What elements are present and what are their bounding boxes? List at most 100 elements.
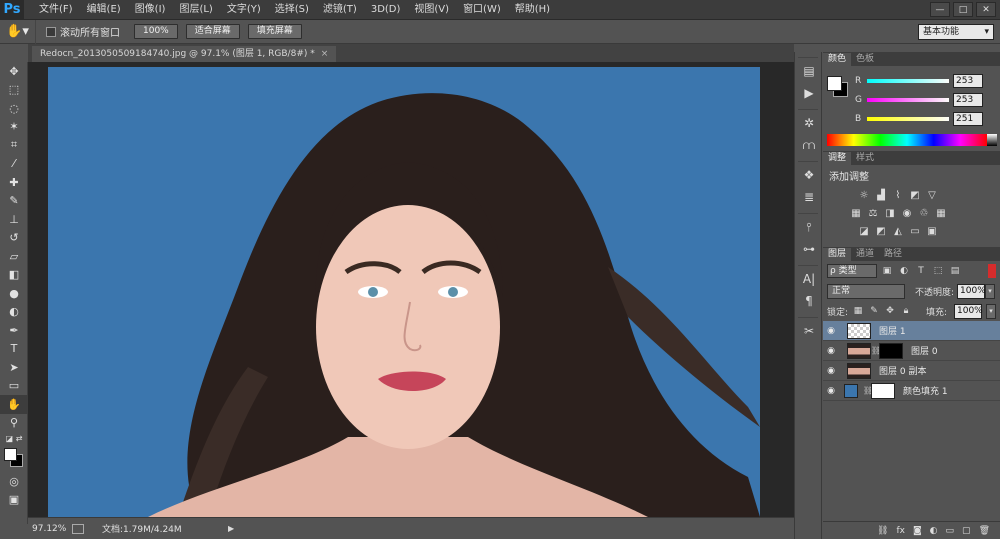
- blend-mode-select[interactable]: 正常: [827, 283, 905, 299]
- tab-color[interactable]: 颜色: [823, 53, 852, 66]
- close-button[interactable]: ✕: [976, 2, 996, 17]
- posterize-icon[interactable]: ◩: [874, 224, 888, 238]
- pixel-filter-icon[interactable]: ▣: [880, 264, 894, 278]
- minimize-button[interactable]: —: [930, 2, 950, 17]
- dodge-tool-icon[interactable]: ◐: [0, 303, 28, 322]
- lock-pixels-icon[interactable]: ✎: [868, 305, 880, 317]
- lock-all-icon[interactable]: 🔒︎: [900, 305, 912, 317]
- history-brush-tool-icon[interactable]: ↺: [0, 229, 28, 248]
- mask-link-icon[interactable]: ⛓: [871, 346, 881, 355]
- pen-tool-icon[interactable]: ✒: [0, 321, 28, 340]
- layer-row[interactable]: ◉ 图层 1: [823, 321, 1000, 341]
- document-canvas[interactable]: [48, 67, 760, 517]
- green-value[interactable]: 253: [953, 93, 983, 107]
- lasso-tool-icon[interactable]: ◌: [0, 99, 28, 118]
- photo-filter-icon[interactable]: ◉: [900, 206, 914, 220]
- new-adjustment-icon[interactable]: ◐: [930, 526, 938, 536]
- menu-image[interactable]: 图像(I): [128, 0, 173, 20]
- tab-adjustments[interactable]: 调整: [823, 152, 852, 165]
- eyedropper-tool-icon[interactable]: ⁄: [0, 155, 28, 174]
- status-view-icon[interactable]: [72, 523, 84, 534]
- clone-stamp-tool-icon[interactable]: ⊥: [0, 210, 28, 229]
- red-slider[interactable]: [867, 79, 949, 83]
- new-layer-icon[interactable]: ▢: [962, 526, 971, 536]
- fx-icon[interactable]: fx: [896, 526, 905, 536]
- brush-tool-icon[interactable]: ✎: [0, 192, 28, 211]
- paint-bucket-tool-icon[interactable]: ◧: [0, 266, 28, 285]
- move-tool-icon[interactable]: ✥: [0, 62, 28, 81]
- menu-3d[interactable]: 3D(D): [364, 0, 408, 20]
- menu-file[interactable]: 文件(F): [32, 0, 80, 20]
- visibility-eye-icon[interactable]: ◉: [823, 346, 839, 356]
- link-layers-icon[interactable]: ⛓: [877, 526, 888, 536]
- properties-icon[interactable]: ≣: [795, 186, 823, 208]
- canvas-area[interactable]: [28, 62, 794, 517]
- layer-mask-thumbnail[interactable]: [871, 382, 895, 399]
- menu-view[interactable]: 视图(V): [407, 0, 456, 20]
- healing-brush-tool-icon[interactable]: ✚: [0, 173, 28, 192]
- fill-input[interactable]: 100%: [954, 303, 983, 319]
- menu-layer[interactable]: 图层(L): [172, 0, 219, 20]
- character-panel-icon[interactable]: A|: [795, 268, 823, 290]
- visibility-eye-icon[interactable]: ◉: [823, 366, 839, 376]
- menu-window[interactable]: 窗口(W): [456, 0, 508, 20]
- marquee-tool-icon[interactable]: ⬚: [0, 81, 28, 100]
- visibility-eye-icon[interactable]: ◉: [823, 326, 839, 336]
- tab-layers[interactable]: 图层: [823, 248, 852, 261]
- menu-select[interactable]: 选择(S): [268, 0, 316, 20]
- fill-color-swatch[interactable]: [844, 383, 858, 398]
- vibrance-icon[interactable]: ▽: [925, 188, 939, 202]
- tab-channels[interactable]: 通道: [851, 248, 879, 261]
- blue-slider[interactable]: [867, 117, 949, 121]
- fit-screen-button[interactable]: 适合屏幕: [185, 24, 240, 39]
- lock-transparency-icon[interactable]: ▦: [852, 305, 864, 317]
- add-mask-icon[interactable]: ◙: [913, 526, 922, 536]
- channel-mixer-icon[interactable]: ♲: [917, 206, 931, 220]
- filter-toggle[interactable]: [988, 264, 996, 278]
- quick-selection-tool-icon[interactable]: ✶: [0, 118, 28, 137]
- hue-saturation-icon[interactable]: ▦: [849, 206, 863, 220]
- layer-name[interactable]: 颜色填充 1: [903, 384, 948, 397]
- shape-filter-icon[interactable]: ⬚: [931, 264, 945, 278]
- clone-source-icon[interactable]: ❖: [795, 164, 823, 186]
- layer-name[interactable]: 图层 0 副本: [879, 364, 926, 377]
- actions-play-icon[interactable]: ▶: [795, 82, 823, 104]
- adjustment-filter-icon[interactable]: ◐: [897, 264, 911, 278]
- exposure-icon[interactable]: ◩: [908, 188, 922, 202]
- path-selection-tool-icon[interactable]: ➤: [0, 358, 28, 377]
- opacity-dropdown-icon[interactable]: ▾: [985, 283, 996, 299]
- swap-colors-icon[interactable]: ◪ ⇄: [0, 432, 28, 444]
- shape-tool-icon[interactable]: ▭: [0, 377, 28, 396]
- layer-name[interactable]: 图层 0: [911, 344, 938, 357]
- menu-filter[interactable]: 滤镜(T): [316, 0, 364, 20]
- brush-settings-icon[interactable]: ✲: [795, 112, 823, 134]
- fill-screen-button[interactable]: 填充屏幕: [247, 24, 302, 39]
- blue-value[interactable]: 251: [953, 112, 983, 126]
- tab-styles[interactable]: 样式: [851, 152, 879, 165]
- menu-help[interactable]: 帮助(H): [508, 0, 557, 20]
- history-panel-icon[interactable]: ▤: [795, 60, 823, 82]
- type-filter-icon[interactable]: T: [914, 264, 928, 278]
- new-group-icon[interactable]: ▭: [946, 526, 955, 536]
- paragraph-panel-icon[interactable]: ¶: [795, 290, 823, 312]
- green-slider[interactable]: [867, 98, 949, 102]
- smart-object-filter-icon[interactable]: ▤: [948, 264, 962, 278]
- zoom-level[interactable]: 97.12%: [28, 524, 72, 534]
- gradient-map-icon[interactable]: ▭: [908, 224, 922, 238]
- tab-swatches[interactable]: 色板: [851, 53, 879, 66]
- layer-row[interactable]: ◉ ⛓ 颜色填充 1: [823, 381, 1000, 401]
- scroll-all-windows-option[interactable]: 滚动所有窗口: [46, 24, 120, 39]
- foreground-color[interactable]: [4, 448, 17, 461]
- type-tool-icon[interactable]: T: [0, 340, 28, 359]
- invert-icon[interactable]: ◪: [857, 224, 871, 238]
- blur-tool-icon[interactable]: ●: [0, 284, 28, 303]
- mask-link-icon[interactable]: ⛓: [863, 386, 873, 395]
- tool-presets-icon[interactable]: ⫯: [795, 216, 823, 238]
- close-tab-icon[interactable]: ×: [321, 49, 329, 59]
- screen-mode-icon[interactable]: ▣: [0, 491, 28, 510]
- red-value[interactable]: 253: [953, 74, 983, 88]
- layer-kind-select[interactable]: ρ 类型: [827, 264, 877, 278]
- color-swatches[interactable]: [0, 444, 28, 472]
- opacity-input[interactable]: 100%: [957, 283, 986, 299]
- color-lookup-icon[interactable]: ▦: [934, 206, 948, 220]
